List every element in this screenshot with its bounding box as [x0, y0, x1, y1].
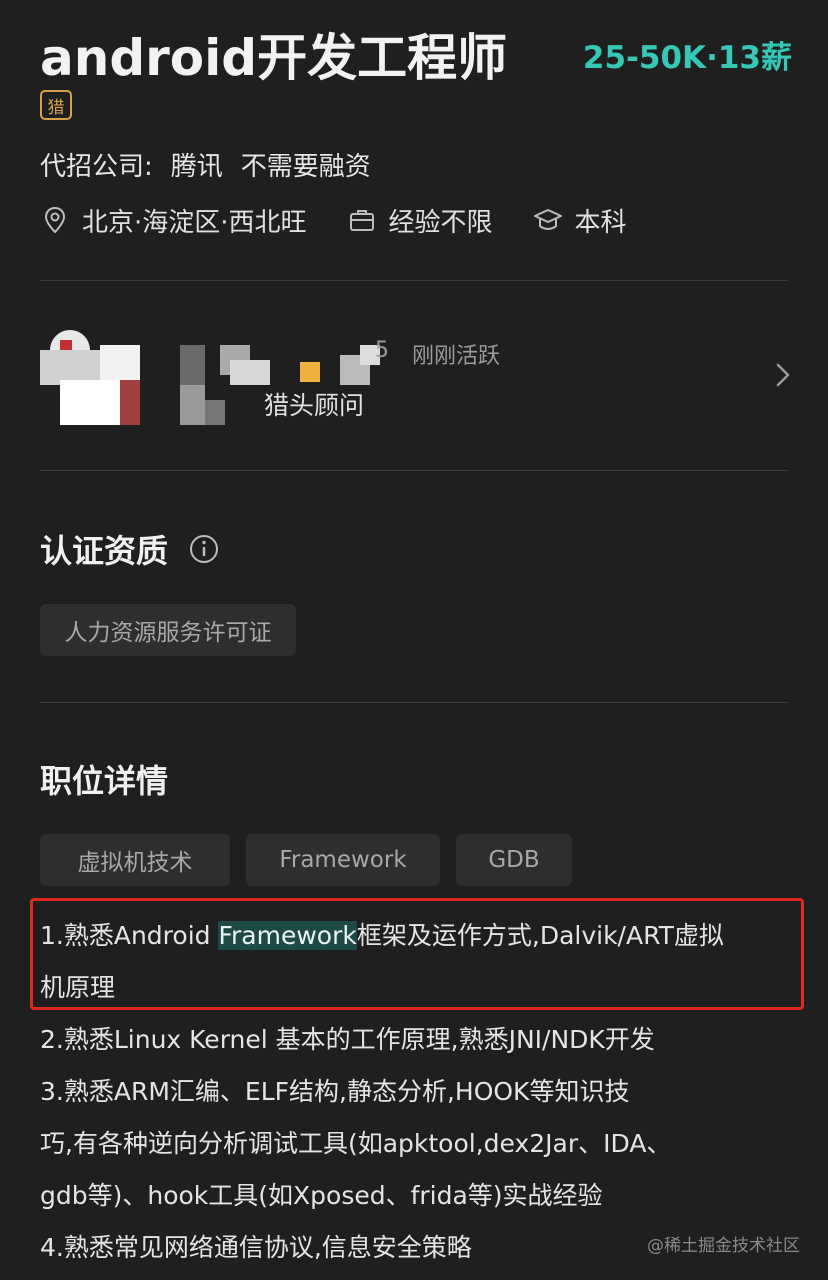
briefcase-icon	[349, 210, 374, 231]
experience-item: 经验不限	[347, 202, 493, 239]
description-line: 2.熟悉Linux Kernel 基本的工作原理,熟悉JNI/NDK开发	[40, 1025, 655, 1054]
skill-tag: Framework	[246, 834, 440, 886]
job-title: android开发工程师	[40, 29, 508, 87]
experience-text: 经验不限	[388, 207, 493, 238]
active-status: 刚刚活跃	[412, 344, 501, 369]
title-row: android开发工程师 25-50K·13薪	[40, 18, 792, 87]
company-name: 腾讯	[170, 152, 223, 182]
education-text: 本科	[574, 207, 627, 238]
education-item: 本科	[533, 202, 627, 239]
divider	[40, 280, 788, 281]
chevron-right-icon[interactable]	[774, 360, 792, 390]
certification-title: 认证资质	[40, 532, 169, 570]
certification-section: 认证资质	[40, 526, 220, 572]
divider	[40, 702, 788, 703]
graduation-cap-icon	[533, 209, 562, 231]
recruiter-name-fragment: 5	[375, 338, 389, 363]
salary: 25-50K·13薪	[582, 40, 792, 76]
company-funding: 不需要融资	[240, 152, 371, 182]
watermark: @稀土掘金技术社区	[647, 1236, 800, 1256]
certification-tag: 人力资源服务许可证	[40, 604, 296, 656]
location-pin-icon	[44, 206, 66, 234]
meta-row: 北京·海淀区·西北旺 经验不限 本科	[40, 200, 667, 240]
location-item: 北京·海淀区·西北旺	[40, 202, 307, 239]
skill-tag: GDB	[456, 834, 572, 886]
description-line: 3.熟悉ARM汇编、ELF结构,静态分析,HOOK等知识技	[40, 1077, 630, 1106]
recruiter-card[interactable]: 5 刚刚活跃 猎头顾问	[40, 320, 792, 430]
divider	[40, 470, 788, 471]
job-detail-title: 职位详情	[40, 756, 168, 802]
job-detail-page: android开发工程师 25-50K·13薪 猎 代招公司: 腾讯 不需要融资 北…	[0, 0, 828, 1280]
description-line: gdb等)、hook工具(如Xposed、frida等)实战经验	[40, 1181, 603, 1210]
annotation-box	[30, 898, 804, 1010]
description-line: 巧,有各种逆向分析调试工具(如apktool,dex2Jar、IDA、	[40, 1129, 672, 1158]
info-icon[interactable]	[188, 533, 220, 565]
job-detail-title-text: 职位详情	[40, 762, 169, 800]
skill-tag: 虚拟机技术	[40, 834, 230, 886]
recruiter-role: 猎头顾问	[264, 391, 365, 420]
location-text: 北京·海淀区·西北旺	[82, 207, 307, 238]
company-label: 代招公司:	[40, 152, 153, 182]
headhunter-badge: 猎	[40, 90, 72, 120]
company-row: 代招公司: 腾讯 不需要融资	[40, 146, 389, 183]
